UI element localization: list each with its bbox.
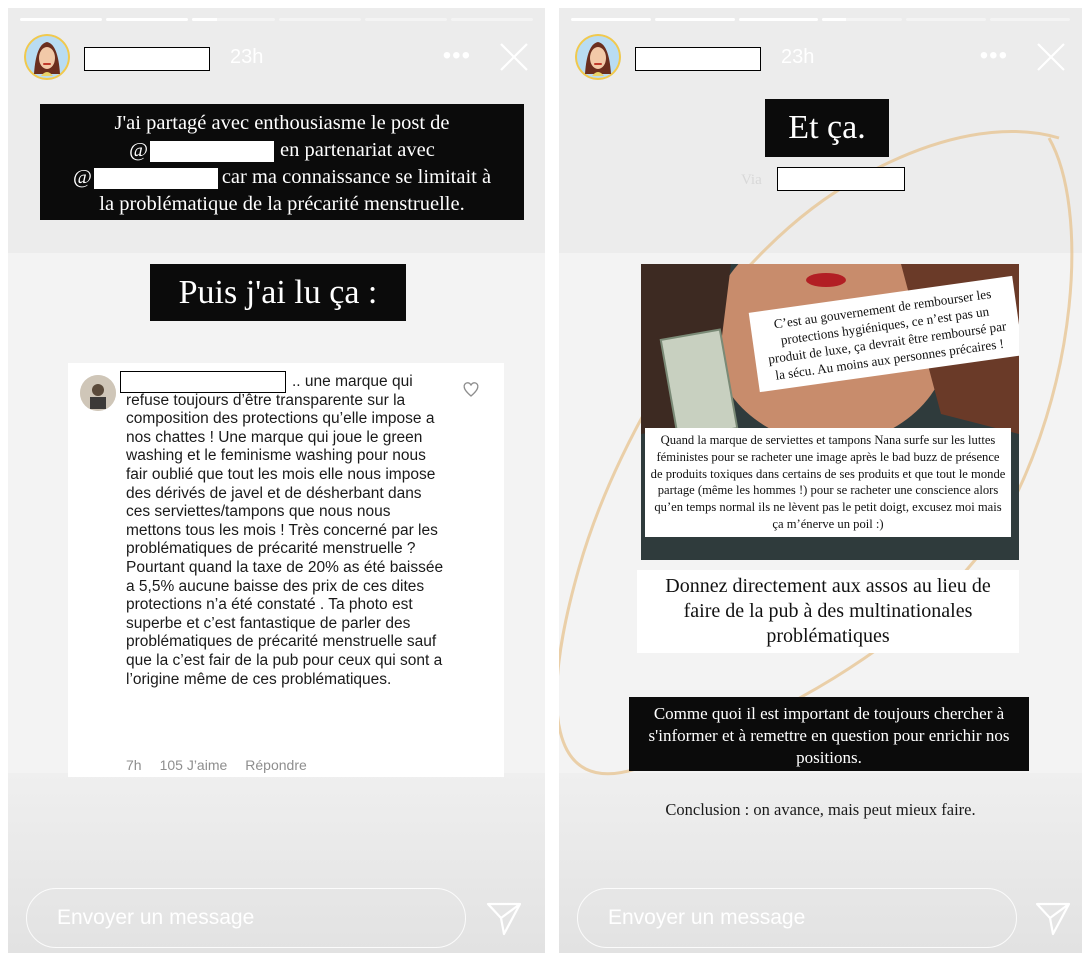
- text-block-shared: J'ai partagé avec enthousiasme le post d…: [40, 104, 524, 220]
- avatar[interactable]: [24, 34, 70, 80]
- story-time: 23h: [230, 46, 264, 68]
- text-line: @ en partenariat avec: [40, 137, 524, 164]
- story-progress: [20, 18, 534, 21]
- conclusion-text: Conclusion : on avance, mais peut mieux …: [665, 800, 976, 819]
- progress-segment: [990, 18, 1070, 21]
- progress-segment: [450, 18, 534, 21]
- mention-redacted: [150, 140, 275, 162]
- send-icon[interactable]: [1033, 898, 1073, 938]
- close-icon[interactable]: [497, 40, 531, 74]
- progress-segment: [654, 18, 735, 21]
- mention-redacted: [93, 167, 218, 189]
- story-left: 23h ••• J'ai partagé avec enthousiasme l…: [8, 8, 545, 953]
- text-line: la problématique de la précarité menstru…: [99, 193, 465, 215]
- story-time: 23h: [781, 46, 815, 68]
- more-options-icon[interactable]: •••: [443, 42, 471, 70]
- comment-meta: 7h 105 J’aime Répondre: [126, 757, 307, 773]
- comment-likes: 105 J’aime: [159, 757, 228, 773]
- story-header: 23h •••: [24, 34, 531, 80]
- via-account-redacted: [777, 167, 905, 191]
- story-progress: [571, 18, 1070, 21]
- text-line: @ car ma connaissance se limitait à: [40, 164, 524, 191]
- close-icon[interactable]: [1034, 40, 1068, 74]
- comment-screenshot: .. une marque qui refuse toujours d’être…: [68, 363, 504, 777]
- heart-icon[interactable]: [462, 381, 480, 399]
- reply-link: Répondre: [245, 757, 307, 773]
- text-line: J'ai partagé avec enthousiasme le post d…: [114, 112, 450, 134]
- progress-segment: [822, 18, 903, 21]
- important-text-block: Comme quoi il est important de toujours …: [629, 697, 1029, 771]
- at-sign: @: [72, 166, 92, 188]
- progress-segment: [571, 18, 651, 21]
- progress-segment: [106, 18, 189, 21]
- caption-note: Quand la marque de serviettes et tampons…: [645, 428, 1011, 537]
- comment-time: 7h: [126, 757, 142, 773]
- message-input[interactable]: [578, 889, 1016, 947]
- progress-segment: [738, 18, 819, 21]
- text-fragment: car ma connaissance se limitait à: [221, 166, 492, 188]
- reposted-image: C’est au gouvernement de rembourser les …: [641, 264, 1019, 560]
- heading-block: Et ça.: [765, 99, 889, 157]
- message-input[interactable]: [27, 889, 465, 947]
- send-icon[interactable]: [484, 898, 524, 938]
- progress-segment: [906, 18, 987, 21]
- message-bar: [26, 888, 466, 948]
- message-bar: [577, 888, 1017, 948]
- avatar[interactable]: [575, 34, 621, 80]
- progress-segment: [364, 18, 447, 21]
- via-label: Via: [741, 172, 762, 188]
- progress-segment: [278, 18, 361, 21]
- progress-segment: [192, 18, 275, 21]
- heading-block: Puis j'ai lu ça :: [150, 264, 406, 321]
- username-redacted[interactable]: [635, 47, 761, 71]
- commenter-avatar: [80, 375, 116, 411]
- at-sign: @: [129, 139, 149, 161]
- username-redacted[interactable]: [84, 47, 210, 71]
- story-header: 23h •••: [575, 34, 1068, 80]
- donate-text: Donnez directement aux assos au lieu de …: [637, 570, 1019, 653]
- story-right: 23h ••• Et ça. Via C’est au gouvernement…: [559, 8, 1082, 953]
- progress-segment: [20, 18, 103, 21]
- text-fragment: en partenariat avec: [280, 139, 435, 161]
- more-options-icon[interactable]: •••: [980, 42, 1008, 70]
- comment-text: .. une marque qui refuse toujours d’être…: [126, 373, 444, 688]
